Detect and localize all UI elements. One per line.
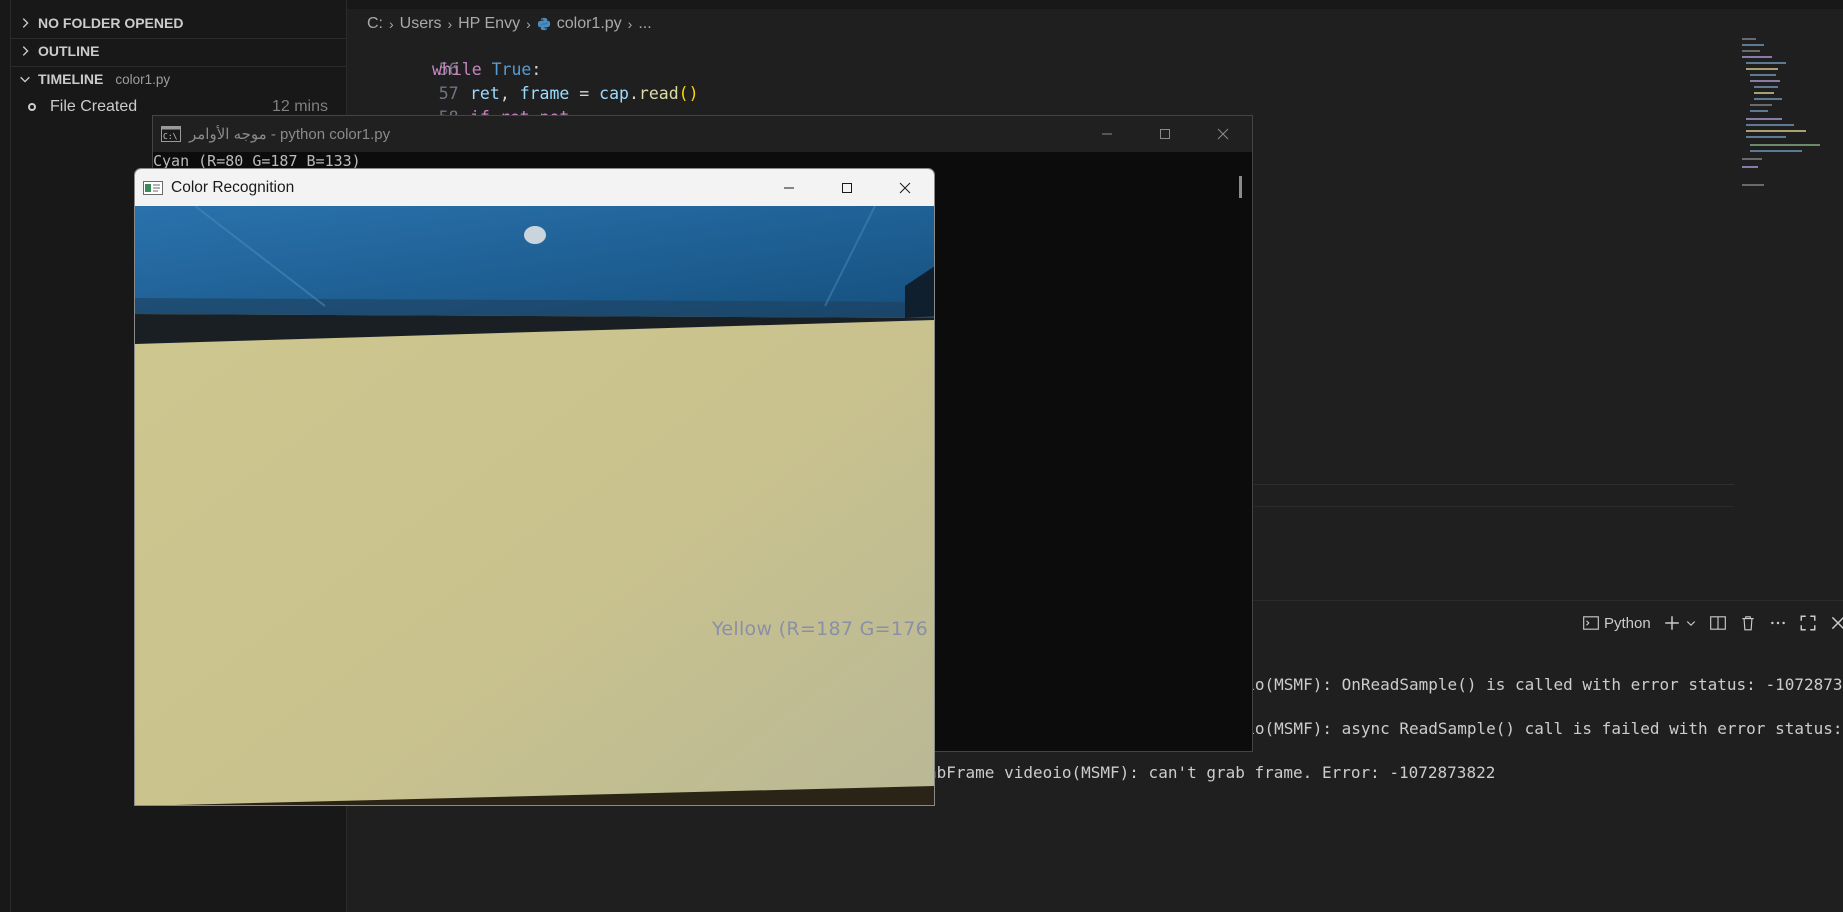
terminal-output-line: eoio(MSMF): async ReadSample() call is f…	[1226, 719, 1843, 738]
terminal-profile-label: Python	[1604, 614, 1651, 632]
chevron-right-icon	[22, 18, 29, 28]
maximize-button[interactable]	[1136, 116, 1194, 152]
punct: :	[531, 60, 542, 79]
maximize-icon	[842, 182, 852, 193]
minimap[interactable]	[1742, 36, 1830, 196]
terminal-output-line: eoio(MSMF): OnReadSample() is called wit…	[1226, 675, 1843, 694]
plus-icon	[1664, 616, 1679, 630]
breadcrumb-file[interactable]: color1.py	[557, 15, 622, 33]
python-file-icon	[537, 17, 550, 31]
terminal-profile-button[interactable]: Python	[1582, 614, 1651, 632]
color-recognition-title: Color Recognition	[171, 178, 295, 196]
svg-text:C:\: C:\	[163, 132, 178, 141]
code-line: 58 ret, frame = cap.read()	[347, 82, 699, 127]
camera-frame: Yellow (R=187 G=176	[135, 206, 934, 805]
breadcrumb-users[interactable]: Users	[400, 15, 442, 33]
chevron-down-icon	[1686, 621, 1695, 627]
section-title: TIMELINE	[38, 71, 104, 87]
cmd-scrollbar-thumb[interactable]	[1239, 176, 1242, 198]
constant: True	[491, 60, 532, 79]
variable: frame	[519, 84, 570, 103]
cmd-app-icon: C:\	[161, 126, 181, 142]
close-icon	[899, 182, 911, 193]
tab-bar-strip	[347, 0, 1843, 9]
minimize-button[interactable]	[1078, 116, 1136, 152]
punct: ()	[678, 84, 699, 103]
chevron-right-icon: ›	[389, 16, 394, 32]
close-icon	[1217, 128, 1229, 140]
punct: =	[569, 84, 600, 103]
section-no-folder-opened[interactable]: NO FOLDER OPENED	[18, 10, 183, 36]
maximize-panel-icon[interactable]	[1799, 614, 1817, 632]
breadcrumb: C: › Users › HP Envy › color1.py › ...	[367, 12, 652, 36]
detected-color-label: Yellow (R=187 G=176	[712, 618, 928, 640]
punct: ,	[499, 84, 520, 103]
terminal-toolbar: Python	[1582, 610, 1843, 636]
editor-scroll-edge	[1254, 484, 1734, 485]
activity-bar	[0, 0, 11, 912]
minimize-button[interactable]	[760, 169, 818, 206]
chevron-right-icon	[22, 46, 29, 56]
section-outline[interactable]: OUTLINE	[18, 38, 99, 64]
variable: cap	[599, 84, 629, 103]
close-panel-icon[interactable]	[1829, 614, 1843, 632]
variable: ret	[470, 84, 500, 103]
cmd-title-bar[interactable]: C:\ موجه الأوامر - python color1.py	[153, 116, 1252, 152]
color-recognition-window[interactable]: Color Recognition Yellow (R=187 G=176	[134, 168, 935, 806]
opencv-window-icon	[143, 180, 163, 195]
cmd-window-title: موجه الأوامر - python color1.py	[189, 126, 391, 143]
maximize-button[interactable]	[818, 169, 876, 206]
breadcrumb-user[interactable]: HP Envy	[458, 15, 520, 33]
minimize-icon	[1102, 133, 1112, 135]
code-line: 57 while True:	[347, 58, 541, 103]
code-line: 56	[347, 34, 459, 79]
terminal-output-line: abFrame videoio(MSMF): can't grab frame.…	[927, 763, 1496, 782]
camera-image	[135, 206, 934, 805]
chevron-right-icon: ›	[627, 16, 633, 32]
breadcrumb-more[interactable]: ...	[638, 15, 651, 33]
breadcrumb-drive[interactable]: C:	[367, 15, 383, 33]
close-button[interactable]	[1194, 116, 1252, 152]
section-title: OUTLINE	[38, 43, 100, 59]
timeline-dot-icon	[28, 103, 36, 111]
section-title: NO FOLDER OPENED	[38, 15, 184, 31]
terminal-icon	[1583, 616, 1599, 630]
new-terminal-button[interactable]	[1663, 614, 1697, 632]
minimize-icon	[784, 187, 794, 188]
section-timeline[interactable]: TIMELINE color1.py	[18, 66, 170, 92]
punct: .	[628, 84, 639, 103]
more-icon[interactable]	[1769, 614, 1787, 632]
maximize-icon	[1160, 129, 1170, 139]
timeline-entry-time: 12 mins	[271, 98, 328, 115]
chevron-right-icon: ›	[447, 16, 453, 32]
function-name: read	[638, 84, 679, 103]
trash-icon[interactable]	[1739, 614, 1757, 632]
keyword: while	[432, 60, 482, 79]
chevron-right-icon: ›	[526, 16, 531, 32]
chevron-down-icon	[20, 76, 30, 83]
timeline-file-name: color1.py	[115, 71, 171, 87]
close-button[interactable]	[876, 169, 934, 206]
split-terminal-icon[interactable]	[1709, 614, 1727, 632]
panel-divider	[1254, 506, 1734, 507]
timeline-entry-label: File Created	[50, 98, 138, 115]
color-recognition-title-bar[interactable]: Color Recognition	[135, 169, 934, 206]
